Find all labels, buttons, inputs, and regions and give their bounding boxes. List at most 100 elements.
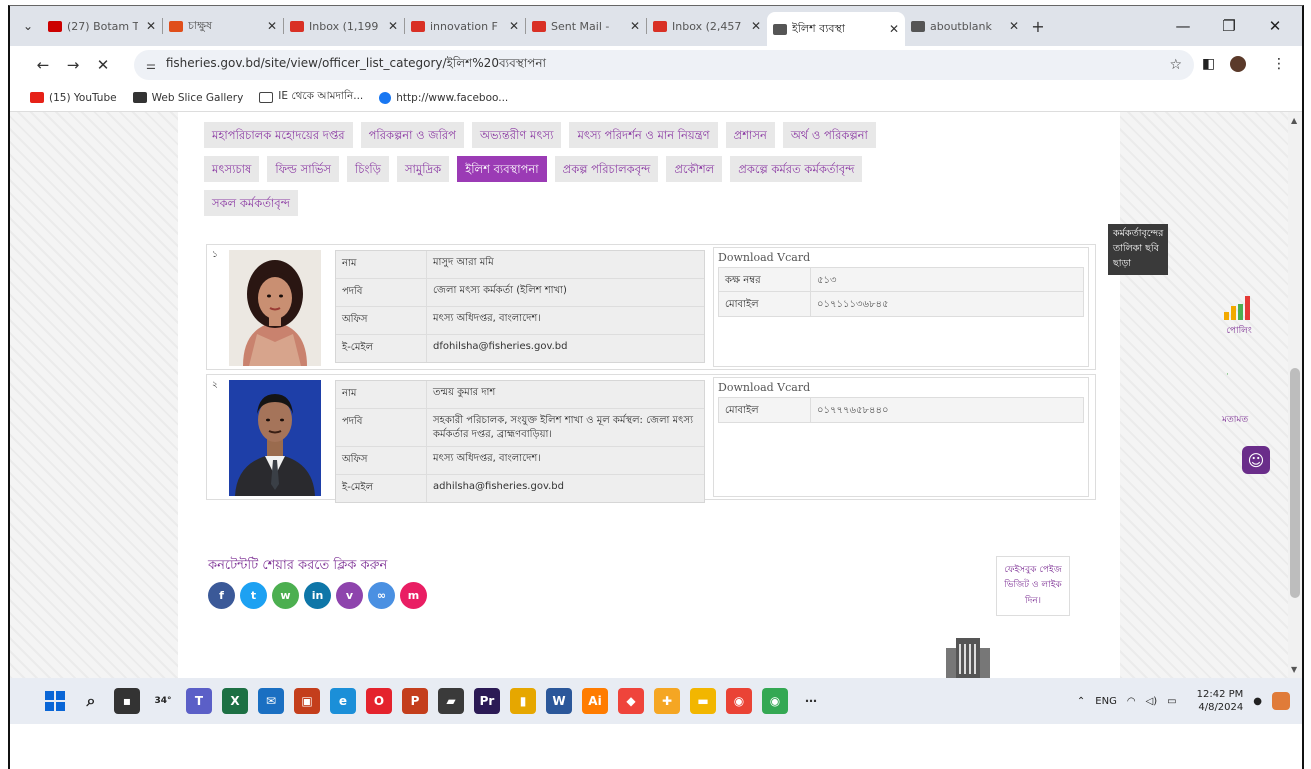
tab-close-icon[interactable]: ✕ <box>751 19 761 33</box>
category-menu-button[interactable]: ফিল্ড সার্ভিস <box>267 156 339 182</box>
category-menu-button[interactable]: প্রকল্পে কর্মরত কর্মকর্তাবৃন্দ <box>730 156 863 182</box>
download-vcard-link[interactable]: Download Vcard <box>714 378 1088 397</box>
accessibility-icon[interactable]: ☺ <box>1242 446 1270 474</box>
profile-avatar[interactable] <box>1230 56 1246 72</box>
viber-share-icon[interactable]: v <box>336 582 363 609</box>
category-menu-button[interactable]: সামুদ্রিক <box>396 156 450 182</box>
page-scrollbar[interactable]: ▲ ▼ <box>1288 112 1302 678</box>
restore-icon[interactable]: ❐ <box>1206 6 1252 46</box>
sticky-icon[interactable]: ▰ <box>438 688 464 714</box>
anydesk-icon[interactable]: ◆ <box>618 688 644 714</box>
category-menu-button[interactable]: সকল কর্মকর্তাবৃন্দ <box>204 190 298 216</box>
bookmark-star-icon[interactable]: ☆ <box>1169 57 1182 73</box>
bookmark-web-slice[interactable]: Web Slice Gallery <box>132 92 243 104</box>
browser-tab[interactable]: aboutblank ✕ <box>905 11 1025 41</box>
address-bar[interactable]: ⚌ fisheries.gov.bd/site/view/officer_lis… <box>134 50 1194 80</box>
stop-loading-icon[interactable]: ✕ <box>88 56 118 74</box>
tray-chevron-icon[interactable]: ⌃ <box>1077 696 1085 707</box>
tab-search-icon[interactable]: ⌄ <box>14 13 42 39</box>
mail-icon[interactable]: ✉ <box>258 688 284 714</box>
start-icon[interactable] <box>42 688 68 714</box>
opera-icon[interactable]: O <box>366 688 392 714</box>
download-vcard-link[interactable]: Download Vcard <box>714 248 1088 267</box>
back-icon[interactable]: ← <box>28 56 58 74</box>
new-tab-button[interactable]: + <box>1025 17 1051 36</box>
messenger-share-icon[interactable]: m <box>400 582 427 609</box>
tab-close-icon[interactable]: ✕ <box>509 19 519 33</box>
bookmark-youtube[interactable]: (15) YouTube <box>30 92 117 104</box>
facebook-share-icon[interactable]: f <box>208 582 235 609</box>
tab-close-icon[interactable]: ✕ <box>146 19 156 33</box>
linkedin-share-icon[interactable]: in <box>304 582 331 609</box>
list-without-photo-button[interactable]: কর্মকর্তাবৃন্দের তালিকা ছবি ছাড়া <box>1108 224 1169 275</box>
category-menu-button[interactable]: প্রশাসন <box>725 122 775 148</box>
scroll-thumb[interactable] <box>1290 368 1300 598</box>
browser-tab[interactable]: Inbox (2,457 ✕ <box>647 11 767 41</box>
task-view-icon[interactable]: ▪ <box>114 688 140 714</box>
facebook-page-box[interactable]: ফেইসবুক পেইজ ভিজিট ও লাইক দিন। <box>996 556 1070 616</box>
category-menu-button[interactable]: মহাপরিচালক মহোদয়ের দপ্তর <box>204 122 353 148</box>
browser-menu-icon[interactable]: ⋮ <box>1272 56 1286 72</box>
notification-bell-icon[interactable]: ● <box>1253 696 1262 707</box>
weather-widget[interactable]: 34° <box>150 688 176 714</box>
minimize-icon[interactable]: — <box>1160 6 1206 46</box>
tab-close-icon[interactable]: ✕ <box>889 22 899 36</box>
forward-icon[interactable]: → <box>58 56 88 74</box>
premiere-icon[interactable]: Pr <box>474 688 500 714</box>
browser-tab[interactable]: Sent Mail - ✕ <box>526 11 646 41</box>
word-icon[interactable]: W <box>546 688 572 714</box>
excel-icon[interactable]: X <box>222 688 248 714</box>
poll-widget[interactable]: পোলিং <box>1222 292 1256 338</box>
category-menu-button[interactable]: ইলিশ ব্যবস্থাপনা <box>457 156 547 182</box>
officer-email[interactable]: dfohilsha@fisheries.gov.bd <box>426 335 704 362</box>
category-menu-button[interactable]: প্রকল্প পরিচালকবৃন্দ <box>554 156 659 182</box>
powerpoint-icon[interactable]: P <box>402 688 428 714</box>
teams-icon[interactable]: T <box>186 688 212 714</box>
category-menu-button[interactable]: প্রকৌশল <box>666 156 723 182</box>
opinion-widget[interactable]: মতামত <box>1222 412 1248 427</box>
illustrator-icon[interactable]: Ai <box>582 688 608 714</box>
chrome-profile-icon[interactable]: ◉ <box>762 688 788 714</box>
tab-close-icon[interactable]: ✕ <box>267 19 277 33</box>
volume-icon[interactable]: ◁) <box>1146 696 1158 707</box>
twitter-share-icon[interactable]: t <box>240 582 267 609</box>
bars-icon[interactable]: ▮ <box>510 688 536 714</box>
category-menu-button[interactable]: পরিকল্পনা ও জরিপ <box>360 122 464 148</box>
browser-tab[interactable]: চাক্ষুষ ✕ <box>163 11 283 41</box>
edge-icon[interactable]: e <box>330 688 356 714</box>
wifi-icon[interactable]: ◠ <box>1127 696 1136 707</box>
officer-photo <box>229 380 321 496</box>
tab-close-icon[interactable]: ✕ <box>1009 19 1019 33</box>
whatsapp-share-icon[interactable]: w <box>272 582 299 609</box>
side-panel-icon[interactable]: ◧ <box>1202 56 1215 72</box>
photos-icon[interactable]: ▣ <box>294 688 320 714</box>
chrome-icon[interactable]: ◉ <box>726 688 752 714</box>
copilot-icon[interactable]: ✚ <box>654 688 680 714</box>
bookmark-ie-folder[interactable]: IE থেকে আমদানি... <box>259 89 363 106</box>
copy-link-share-icon[interactable]: ∞ <box>368 582 395 609</box>
bookmark-facebook[interactable]: http://www.faceboo... <box>379 91 508 104</box>
close-window-icon[interactable]: ✕ <box>1252 6 1298 46</box>
officer-email[interactable]: adhilsha@fisheries.gov.bd <box>426 475 704 502</box>
category-menu-button[interactable]: অভ্যন্তরীণ মৎস্য <box>472 122 562 148</box>
battery-icon[interactable]: ▭ <box>1167 696 1176 707</box>
browser-tab[interactable]: innovation F ✕ <box>405 11 525 41</box>
scroll-down-icon[interactable]: ▼ <box>1291 665 1297 674</box>
tab-close-icon[interactable]: ✕ <box>388 19 398 33</box>
more-icon[interactable]: ⋯ <box>798 688 824 714</box>
scroll-up-icon[interactable]: ▲ <box>1291 116 1297 125</box>
tab-close-icon[interactable]: ✕ <box>630 19 640 33</box>
browser-tab[interactable]: ইলিশ ব্যবস্থা ✕ <box>767 12 905 46</box>
category-menu-button[interactable]: মৎস্য পরিদর্শন ও মান নিয়ন্ত্রণ <box>569 122 718 148</box>
copilot-icon[interactable] <box>1272 692 1290 710</box>
site-info-icon[interactable]: ⚌ <box>146 59 156 72</box>
browser-tab[interactable]: Inbox (1,199 ✕ <box>284 11 404 41</box>
search-icon[interactable]: ⌕ <box>78 688 104 714</box>
explorer-icon[interactable]: ▬ <box>690 688 716 714</box>
category-menu-button[interactable]: চিংড়ি <box>346 156 389 182</box>
language-indicator[interactable]: ENG <box>1095 696 1117 707</box>
category-menu-button[interactable]: মৎস্যচাষ <box>204 156 260 182</box>
category-menu-button[interactable]: অর্থ ও পরিকল্পনা <box>782 122 876 148</box>
browser-tab[interactable]: (27) Botam T ✕ <box>42 11 162 41</box>
clock[interactable]: 12:42 PM 4/8/2024 <box>1187 688 1244 714</box>
